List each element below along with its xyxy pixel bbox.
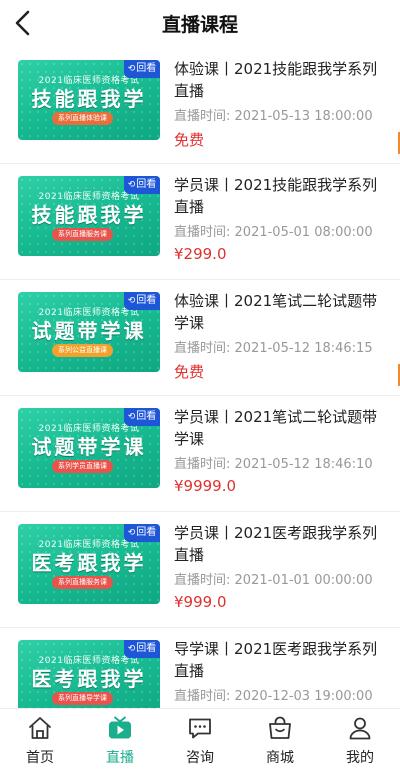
- course-item[interactable]: 2021临床医师资格考试 医考跟我学 系列直播服务课 ⟲回看 学员课丨2021医…: [0, 512, 400, 628]
- course-item[interactable]: 2021临床医师资格考试 试题带学课 系列公益直播课 ⟲回看 体验课丨2021笔…: [0, 280, 400, 396]
- replay-icon: ⟲: [127, 412, 136, 422]
- course-time: 直播时间: 2021-05-01 08:00:00: [174, 225, 373, 240]
- home-icon: [29, 717, 51, 739]
- tab-home[interactable]: 首页: [0, 709, 80, 772]
- course-thumbnail: 2021临床医师资格考试 技能跟我学 系列直播体验课 ⟲回看: [18, 60, 160, 140]
- top-bar: 直播课程: [0, 0, 400, 48]
- tab-label: 首页: [26, 750, 54, 766]
- live-icon: [109, 716, 131, 739]
- course-thumbnail: 2021临床医师资格考试 医考跟我学 系列直播导学课 ⟲回看: [18, 640, 160, 708]
- thumbnail-headline: 医考跟我学: [31, 667, 147, 691]
- course-title: 导学课丨2021医考跟我学系列直播: [174, 640, 378, 680]
- tab-shop[interactable]: 商城: [240, 709, 320, 772]
- tab-mine[interactable]: 我的: [320, 709, 400, 772]
- shop-icon: [269, 716, 291, 739]
- thumbnail-headline: 技能跟我学: [31, 87, 147, 111]
- tab-consult[interactable]: 咨询: [160, 709, 240, 772]
- course-title: 体验课丨2021技能跟我学系列直播: [174, 60, 378, 100]
- course-price: ¥299.0: [174, 245, 227, 263]
- course-price: ¥999.0: [174, 593, 227, 611]
- tab-label: 我的: [346, 750, 374, 766]
- course-title: 学员课丨2021技能跟我学系列直播: [174, 176, 378, 216]
- thumbnail-tag: 系列直播服务课: [52, 228, 113, 241]
- course-title: 学员课丨2021笔试二轮试题带学课: [174, 408, 378, 448]
- replay-icon: ⟲: [127, 644, 136, 654]
- course-item[interactable]: 2021临床医师资格考试 医考跟我学 系列直播导学课 ⟲回看 导学课丨2021医…: [0, 628, 400, 708]
- course-price: 免费: [174, 363, 205, 381]
- course-item[interactable]: 2021临床医师资格考试 试题带学课 系列学员直播课 ⟲回看 学员课丨2021笔…: [0, 396, 400, 512]
- thumbnail-tag: 系列直播体验课: [52, 112, 113, 125]
- replay-badge[interactable]: ⟲回看: [124, 292, 160, 310]
- tab-live[interactable]: 直播: [80, 709, 160, 772]
- course-title: 体验课丨2021笔试二轮试题带学课: [174, 292, 378, 332]
- tab-label: 咨询: [186, 750, 214, 766]
- course-thumbnail: 2021临床医师资格考试 技能跟我学 系列直播服务课 ⟲回看: [18, 176, 160, 256]
- thumbnail-headline: 医考跟我学: [31, 551, 147, 575]
- thumbnail-tag: 系列公益直播课: [52, 344, 113, 357]
- chat-icon: [189, 718, 211, 739]
- replay-badge[interactable]: ⟲回看: [124, 408, 160, 426]
- thumbnail-tag: 系列直播导学课: [52, 692, 113, 705]
- replay-badge[interactable]: ⟲回看: [124, 524, 160, 542]
- course-thumbnail: 2021临床医师资格考试 医考跟我学 系列直播服务课 ⟲回看: [18, 524, 160, 604]
- course-title: 学员课丨2021医考跟我学系列直播: [174, 524, 378, 564]
- thumbnail-headline: 技能跟我学: [31, 203, 147, 227]
- course-time: 直播时间: 2021-05-12 18:46:15: [174, 341, 373, 356]
- course-price: ¥9999.0: [174, 477, 237, 495]
- thumbnail-headline: 试题带学课: [31, 435, 147, 459]
- course-thumbnail: 2021临床医师资格考试 试题带学课 系列公益直播课 ⟲回看: [18, 292, 160, 372]
- replay-icon: ⟲: [127, 528, 136, 538]
- thumbnail-tag: 系列直播服务课: [52, 576, 113, 589]
- replay-icon: ⟲: [127, 180, 136, 190]
- user-icon: [349, 717, 371, 740]
- course-time: 直播时间: 2020-12-03 19:00:00: [174, 689, 373, 704]
- course-item[interactable]: 2021临床医师资格考试 技能跟我学 系列直播体验课 ⟲回看 体验课丨2021技…: [0, 48, 400, 164]
- replay-icon: ⟲: [127, 296, 136, 306]
- course-time: 直播时间: 2021-05-13 18:00:00: [174, 109, 373, 124]
- course-list: 2021临床医师资格考试 技能跟我学 系列直播体验课 ⟲回看 体验课丨2021技…: [0, 48, 400, 708]
- thumbnail-headline: 试题带学课: [31, 319, 147, 343]
- course-thumbnail: 2021临床医师资格考试 试题带学课 系列学员直播课 ⟲回看: [18, 408, 160, 488]
- course-time: 直播时间: 2021-01-01 00:00:00: [174, 573, 373, 588]
- replay-icon: ⟲: [127, 64, 136, 74]
- tab-label: 直播: [106, 750, 134, 766]
- replay-badge[interactable]: ⟲回看: [124, 60, 160, 78]
- page-title: 直播课程: [161, 14, 238, 36]
- course-item[interactable]: 2021临床医师资格考试 技能跟我学 系列直播服务课 ⟲回看 学员课丨2021技…: [0, 164, 400, 280]
- course-price: 免费: [174, 131, 205, 149]
- tab-label: 商城: [266, 750, 294, 766]
- replay-badge[interactable]: ⟲回看: [124, 640, 160, 658]
- thumbnail-tag: 系列学员直播课: [52, 460, 113, 473]
- course-time: 直播时间: 2021-05-12 18:46:10: [174, 457, 373, 472]
- replay-badge[interactable]: ⟲回看: [124, 176, 160, 194]
- bottom-tab-bar: 首页 直播 咨询 商城 我的: [0, 708, 400, 772]
